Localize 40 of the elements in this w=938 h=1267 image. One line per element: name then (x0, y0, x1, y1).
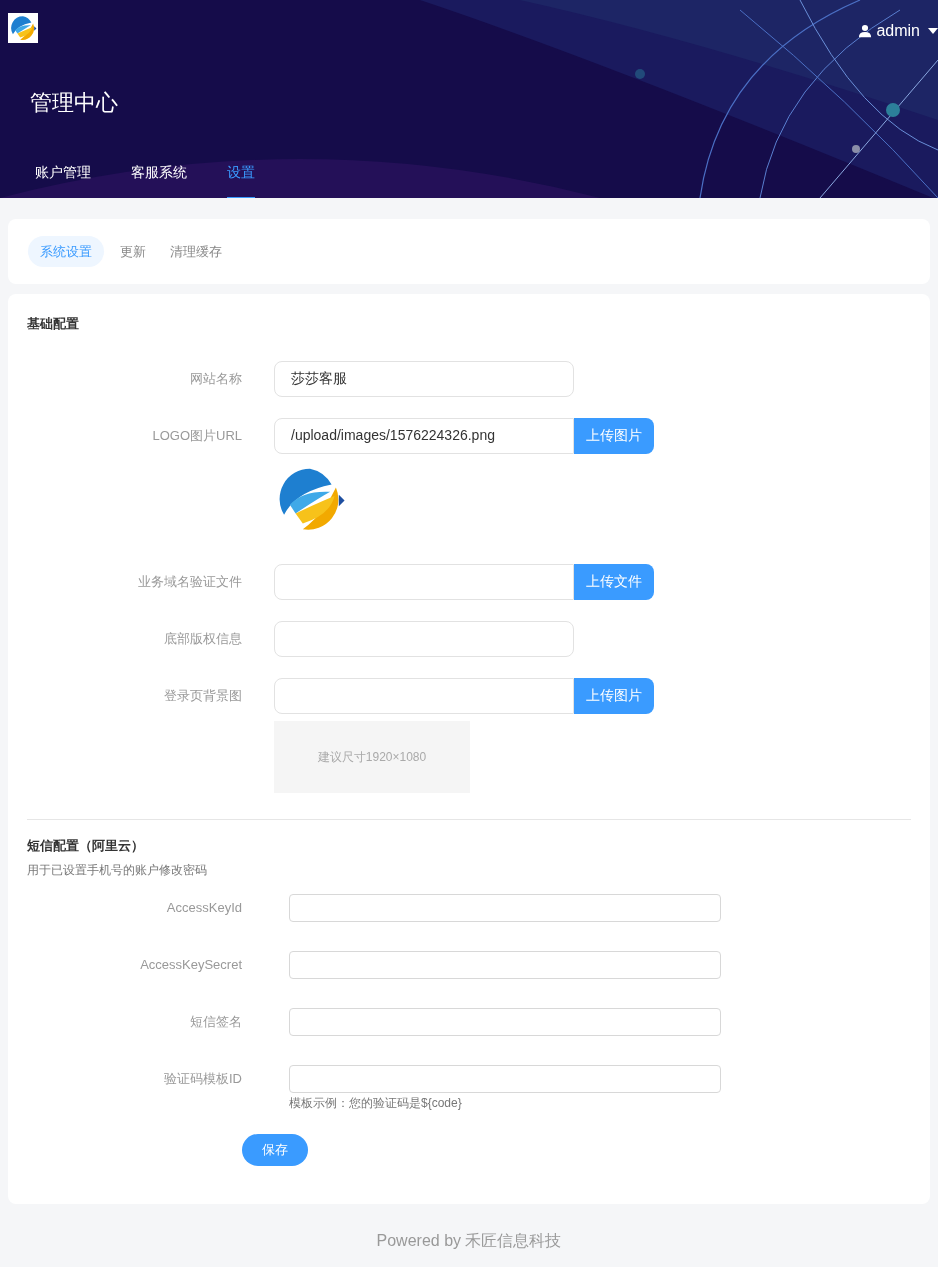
footer-text: Powered by 禾匠信息科技 (376, 1231, 562, 1251)
nav-tab[interactable]: 设置 (227, 162, 255, 198)
input-field[interactable] (289, 1008, 721, 1036)
input-field[interactable] (274, 677, 574, 714)
upload-button[interactable]: 上传图片 (574, 417, 654, 454)
username: admin (876, 21, 920, 41)
upload-button[interactable]: 上传图片 (574, 677, 654, 714)
section-title: 短信配置（阿里云） (27, 836, 144, 855)
settings-tab[interactable]: 更新 (112, 235, 154, 268)
page-title: 管理中心 (30, 89, 118, 117)
field-label: AccessKeySecret (140, 956, 242, 975)
save-button[interactable]: 保存 (242, 1134, 308, 1166)
input-field[interactable] (289, 951, 721, 979)
user-menu[interactable]: admin (858, 19, 938, 43)
section-title: 基础配置 (27, 315, 79, 333)
input-field[interactable] (289, 1065, 721, 1093)
field-label: 业务域名验证文件 (138, 572, 242, 591)
input-field[interactable] (274, 620, 574, 657)
field-label: 底部版权信息 (164, 629, 242, 648)
input-field[interactable] (289, 894, 721, 922)
nav-tab[interactable]: 客服系统 (131, 162, 187, 198)
input-field[interactable] (274, 563, 574, 600)
caret-icon (928, 28, 938, 34)
field-label: 短信签名 (190, 1013, 242, 1032)
logo-icon (9, 14, 37, 42)
field-label: 验证码模板ID (164, 1070, 242, 1089)
user-icon (858, 24, 873, 38)
field-label: 网站名称 (190, 369, 242, 388)
nav-tab[interactable]: 账户管理 (35, 162, 91, 198)
settings-tab[interactable]: 系统设置 (28, 235, 104, 268)
settings-tab[interactable]: 清理缓存 (162, 235, 230, 268)
field-label: 登录页背景图 (164, 686, 242, 705)
input-field[interactable]: 莎莎客服 (274, 360, 574, 397)
field-label: AccessKeyId (166, 899, 242, 918)
field-label: LOGO图片URL (152, 426, 242, 445)
help-text: 模板示例：您的验证码是${code} (289, 1095, 462, 1112)
image-placeholder[interactable]: 建议尺寸1920×1080 (274, 720, 470, 793)
upload-button[interactable]: 上传文件 (574, 563, 654, 600)
input-field[interactable]: /upload/images/1576224326.png (274, 417, 574, 454)
section-description: 用于已设置手机号的账户修改密码 (27, 862, 207, 879)
